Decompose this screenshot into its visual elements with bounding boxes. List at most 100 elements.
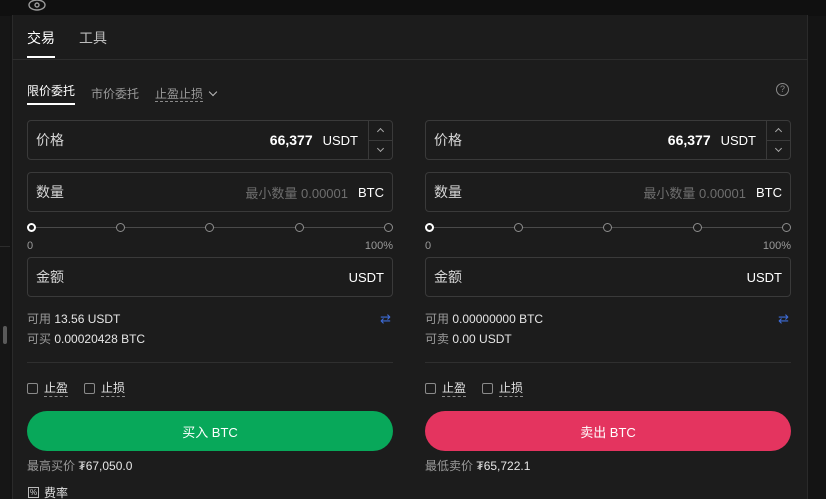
buy-price-stepper <box>368 121 392 159</box>
slider-min-label: 0 <box>27 240 34 252</box>
chevron-up-icon <box>376 128 385 136</box>
buy-price-label: 价格 <box>36 132 64 148</box>
transfer-icon[interactable]: ⇄ <box>778 309 789 329</box>
sell-amount-unit: USDT <box>746 269 782 285</box>
sell-price-value[interactable]: 66,377 <box>668 132 711 148</box>
slider-max-label: 100% <box>762 240 791 252</box>
available-label: 可用 <box>27 312 52 326</box>
sell-price-stepper <box>766 121 790 159</box>
eye-icon[interactable] <box>28 0 46 12</box>
buy-price-value[interactable]: 66,377 <box>270 132 313 148</box>
tab-market-order[interactable]: 市价委托 <box>91 85 139 102</box>
slider-stop-100[interactable] <box>782 223 791 232</box>
tab-limit-order[interactable]: 限价委托 <box>27 82 76 105</box>
sell-balance-info: 可用 0.00000000 BTC 可卖 0.00 USDT ⇄ <box>425 309 791 349</box>
sell-quantity-unit: BTC <box>756 184 782 200</box>
slider-stop-0[interactable] <box>27 223 36 232</box>
fee-rate-label: 费率 <box>44 486 69 499</box>
divider <box>425 362 791 363</box>
buy-amount-unit: USDT <box>348 269 384 285</box>
buy-quantity-field[interactable]: 数量 最小数量 0.00001 BTC <box>27 172 393 212</box>
chevron-up-icon <box>774 128 783 136</box>
min-sell-price-label: 最低卖价 <box>425 459 474 473</box>
resize-handle[interactable] <box>3 326 7 344</box>
sell-stop-loss-checkbox[interactable]: 止损 <box>482 379 524 397</box>
transfer-icon[interactable]: ⇄ <box>380 309 391 329</box>
checkbox-icon <box>425 382 436 394</box>
buy-amount-label: 金额 <box>36 269 64 285</box>
stop-loss-label: 止损 <box>499 381 524 397</box>
sell-price-unit: USDT <box>720 132 756 148</box>
buy-button[interactable]: 买入 BTC <box>27 411 393 451</box>
can-buy-label: 可买 <box>27 332 52 346</box>
buy-percent-slider[interactable] <box>27 220 393 236</box>
sell-price-label: 价格 <box>434 132 462 148</box>
checkbox-icon <box>27 382 38 394</box>
tab-trade[interactable]: 交易 <box>27 28 55 58</box>
decrement-button[interactable] <box>767 139 790 160</box>
available-label: 可用 <box>425 312 450 326</box>
main-tabs: 交易 工具 <box>27 28 107 58</box>
sell-amount-label: 金额 <box>434 269 462 285</box>
buy-take-profit-checkbox[interactable]: 止盈 <box>27 379 69 397</box>
increment-button[interactable] <box>369 121 392 140</box>
tabs-divider <box>12 59 808 60</box>
sell-percent-slider[interactable] <box>425 220 791 236</box>
slider-stop-75[interactable] <box>693 223 702 232</box>
slider-labels: 0 100% <box>27 240 393 252</box>
buy-column: 价格 66,377 USDT 数量 最小数量 0.00001 BTC 0 100… <box>27 120 393 474</box>
help-icon[interactable]: ? <box>776 83 789 96</box>
sell-price-field[interactable]: 价格 66,377 USDT <box>425 120 791 160</box>
left-edge <box>0 16 10 499</box>
slider-stop-25[interactable] <box>514 223 523 232</box>
sell-quantity-field[interactable]: 数量 最小数量 0.00001 BTC <box>425 172 791 212</box>
slider-stop-100[interactable] <box>384 223 393 232</box>
checkbox-icon <box>84 382 96 394</box>
slider-labels: 0 100% <box>425 240 791 252</box>
stop-loss-label: 止损 <box>101 381 126 397</box>
buy-tpsl-checks: 止盈 止损 <box>27 379 393 397</box>
buy-amount-field[interactable]: 金额 USDT <box>27 257 393 297</box>
buy-quantity-placeholder: 最小数量 0.00001 <box>245 185 348 201</box>
chevron-down-icon <box>208 87 218 97</box>
sell-quantity-label: 数量 <box>434 184 462 200</box>
top-bar <box>0 0 826 16</box>
sell-tpsl-checks: 止盈 止损 <box>425 379 791 397</box>
max-buy-price-label: 最高买价 <box>27 459 76 473</box>
buy-quantity-unit: BTC <box>358 184 384 200</box>
buy-balance-info: 可用 13.56 USDT 可买 0.00020428 BTC ⇄ <box>27 309 393 349</box>
slider-stop-50[interactable] <box>603 223 612 232</box>
decrement-button[interactable] <box>369 139 392 160</box>
slider-stop-25[interactable] <box>116 223 125 232</box>
max-buy-price-value: ₮67,050.0 <box>78 459 133 473</box>
chevron-down-icon <box>774 144 783 152</box>
slider-stop-50[interactable] <box>205 223 214 232</box>
sell-limit-info: 最低卖价 ₮65,722.1 <box>425 457 791 474</box>
tab-tpsl-order[interactable]: 止盈止损 <box>155 85 218 102</box>
sell-take-profit-checkbox[interactable]: 止盈 <box>425 379 467 397</box>
slider-max-label: 100% <box>364 240 393 252</box>
can-sell-label: 可卖 <box>425 332 450 346</box>
take-profit-label: 止盈 <box>44 381 69 397</box>
slider-min-label: 0 <box>425 240 432 252</box>
buy-limit-info: 最高买价 ₮67,050.0 <box>27 457 393 474</box>
sell-amount-field[interactable]: 金额 USDT <box>425 257 791 297</box>
increment-button[interactable] <box>767 121 790 140</box>
tpsl-label: 止盈止损 <box>155 87 204 102</box>
slider-stop-75[interactable] <box>295 223 304 232</box>
buy-price-field[interactable]: 价格 66,377 USDT <box>27 120 393 160</box>
buy-stop-loss-checkbox[interactable]: 止损 <box>84 379 126 397</box>
chevron-down-icon <box>376 144 385 152</box>
slider-stop-0[interactable] <box>425 223 434 232</box>
available-value: 0.00000000 BTC <box>452 312 544 326</box>
min-sell-price-value: ₮65,722.1 <box>476 459 531 473</box>
sell-button[interactable]: 卖出 BTC <box>425 411 791 451</box>
left-divider <box>0 246 10 247</box>
order-type-tabs: 限价委托 市价委托 止盈止损 <box>27 82 218 105</box>
sell-column: 价格 66,377 USDT 数量 最小数量 0.00001 BTC 0 100… <box>425 120 791 474</box>
fee-rate-link[interactable]: % 费率 <box>28 484 68 499</box>
percent-icon: % <box>28 487 39 498</box>
tab-tools[interactable]: 工具 <box>79 28 107 58</box>
divider <box>27 362 393 363</box>
buy-price-unit: USDT <box>322 132 358 148</box>
